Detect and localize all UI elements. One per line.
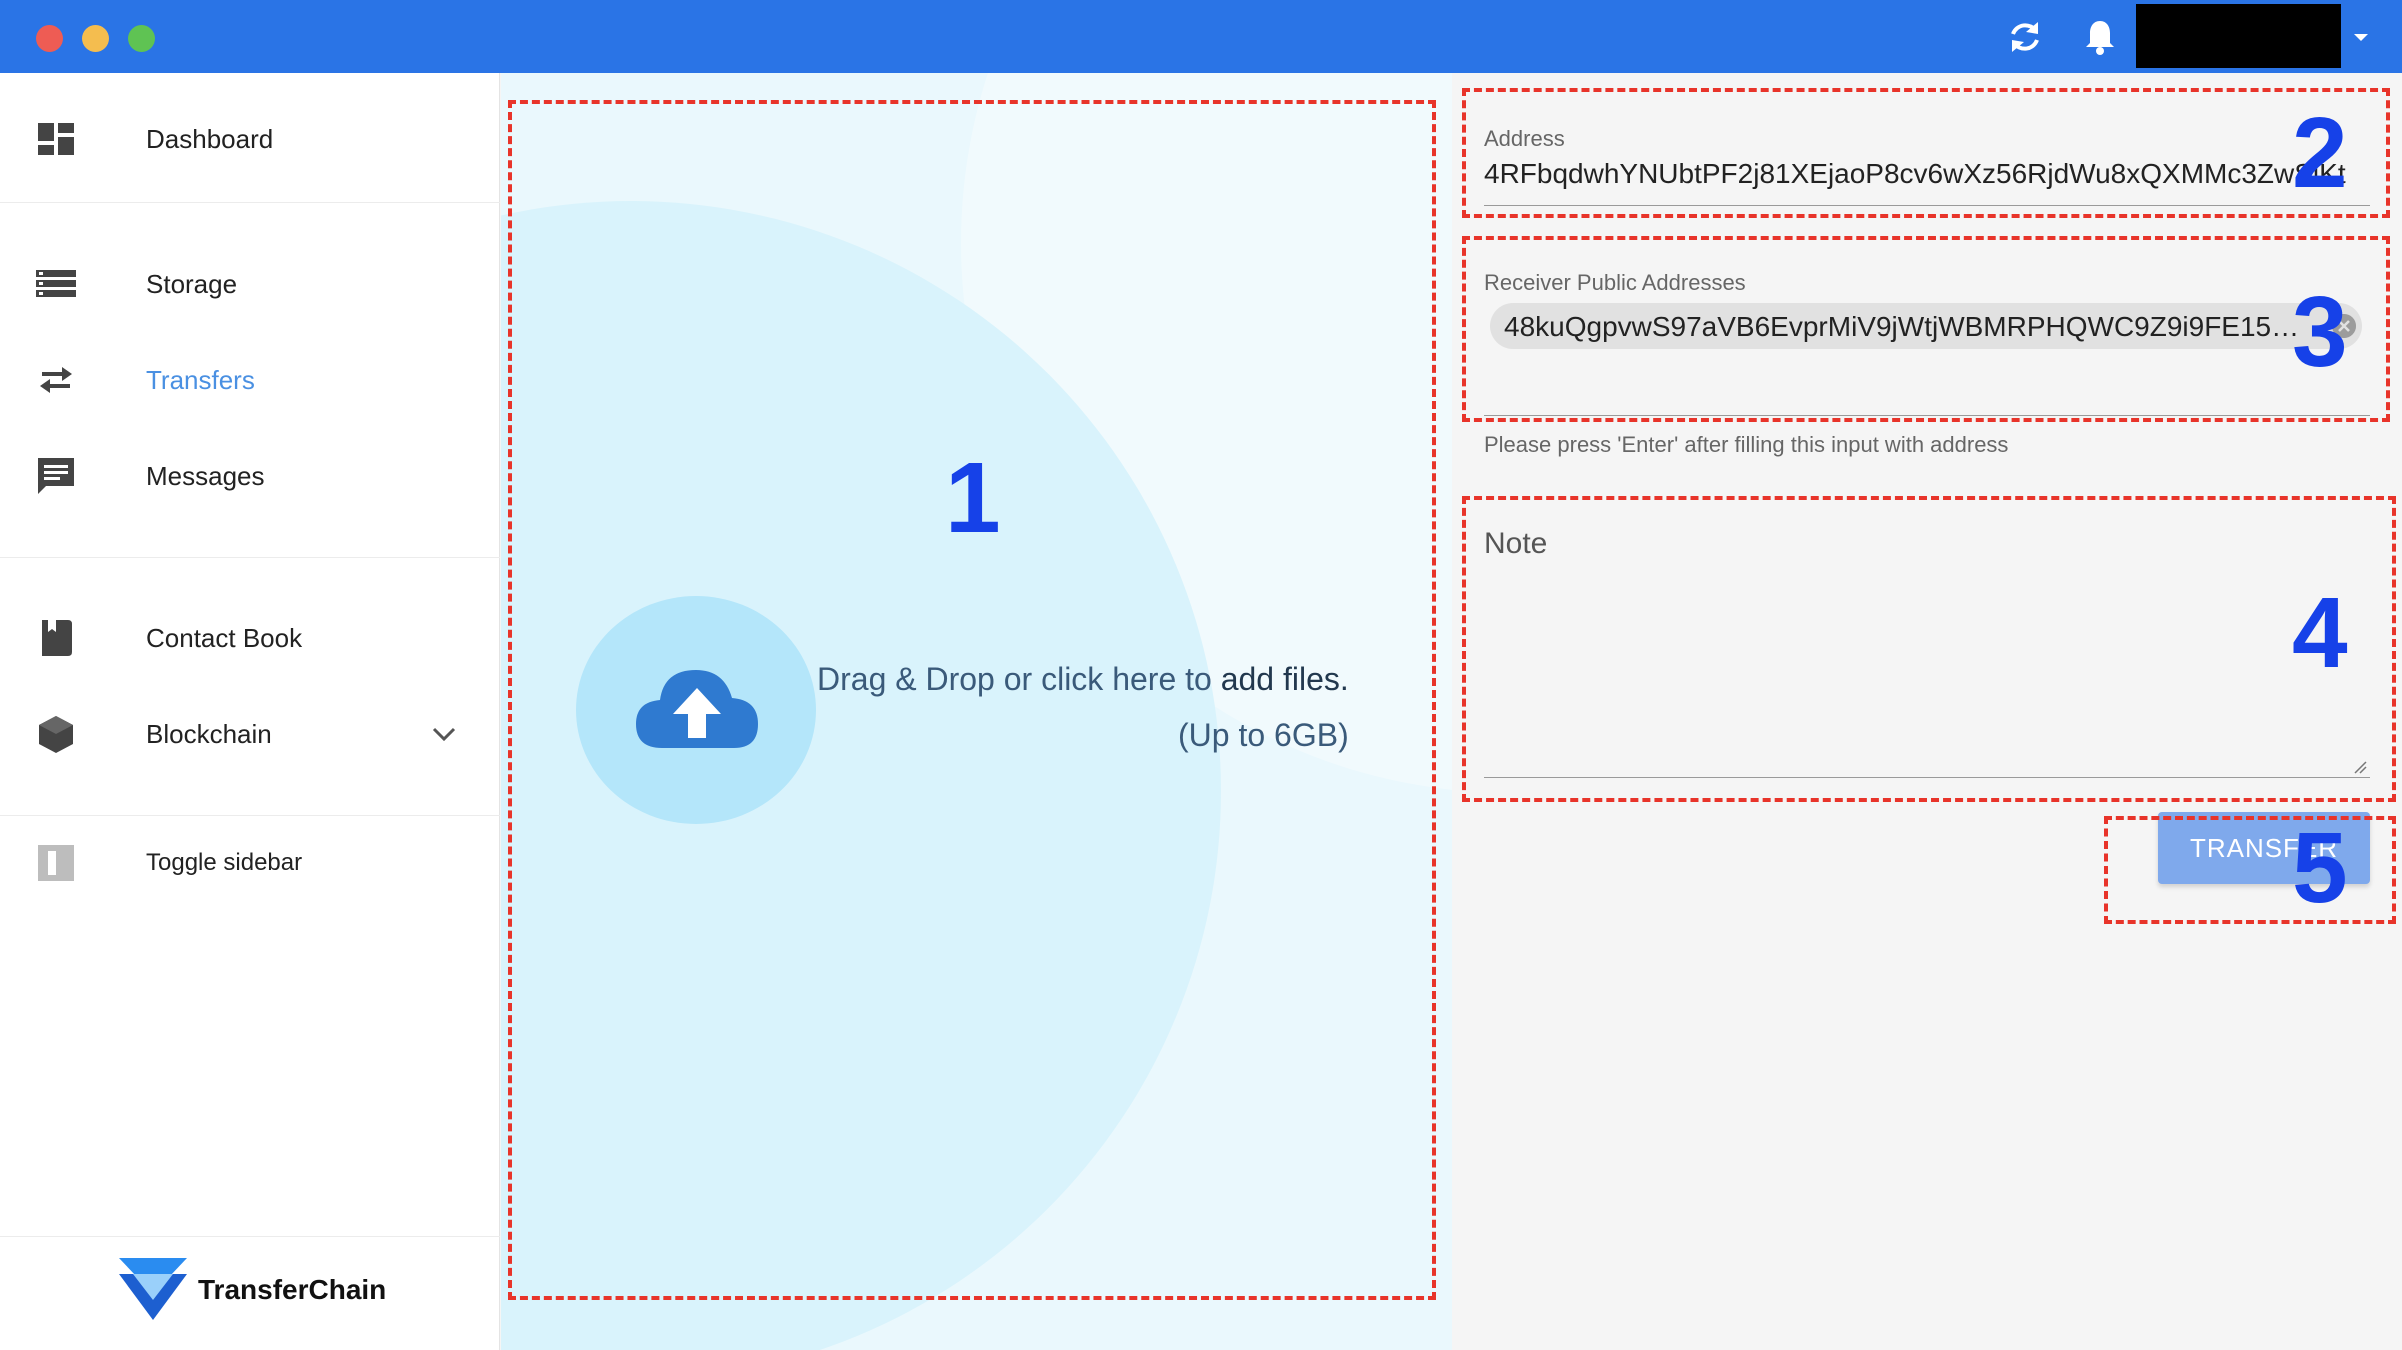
resize-grip-icon[interactable] — [2353, 760, 2367, 774]
sidebar-item-label: Toggle sidebar — [146, 849, 303, 876]
user-menu-redacted[interactable] — [2136, 4, 2341, 68]
address-label: Address — [1484, 126, 1565, 151]
storage-icon — [36, 270, 76, 297]
title-bar — [0, 0, 2402, 73]
sidebar-item-toggle-sidebar[interactable]: Toggle sidebar — [0, 823, 500, 903]
dashboard-icon — [38, 123, 74, 155]
sidebar-item-transfers[interactable]: Transfers — [0, 340, 500, 420]
receiver-address-chip[interactable]: 48kuQgpvwS97aVB6EvprMiV9jWtjWBMRPHQWC9Z9… — [1490, 303, 2362, 349]
drop-instructions-prefix: Drag & Drop or click here to — [817, 661, 1221, 697]
address-underline — [1484, 205, 2370, 206]
annotation-box-2 — [1462, 88, 2390, 218]
sidebar-item-storage[interactable]: Storage — [0, 244, 500, 324]
cloud-upload-icon — [636, 670, 758, 748]
sidebar-item-label: Messages — [146, 461, 265, 491]
transfer-button[interactable]: TRANSFER — [2158, 812, 2370, 884]
minimize-window-button[interactable] — [82, 25, 109, 52]
sidebar-divider — [0, 815, 500, 816]
sidebar-item-dashboard[interactable]: Dashboard — [0, 99, 500, 179]
remove-chip-icon[interactable] — [2332, 314, 2356, 338]
note-label: Note — [1484, 527, 1548, 560]
address-field[interactable]: 4RFbqdwhYNUbtPF2j81XEjaoP8cv6wXz56RjdWu8… — [1484, 158, 2354, 190]
brand-logo: TransferChain — [110, 1250, 410, 1340]
sidebar-item-label: Blockchain — [146, 719, 272, 749]
sidebar-item-contact-book[interactable]: Contact Book — [0, 598, 500, 678]
blockchain-icon — [39, 716, 73, 753]
receivers-helper-text: Please press 'Enter' after filling this … — [1484, 432, 2009, 457]
sidebar-item-blockchain[interactable]: Blockchain — [0, 694, 500, 774]
sidebar-item-label: Storage — [146, 269, 238, 299]
drop-instructions: Drag & Drop or click here to add files. — [817, 661, 1349, 698]
messages-icon — [38, 458, 74, 494]
bell-icon[interactable] — [2080, 17, 2120, 57]
toggle-sidebar-icon — [38, 845, 74, 881]
receivers-input-underline[interactable] — [1484, 415, 2370, 416]
receivers-label: Receiver Public Addresses — [1484, 270, 1746, 295]
sidebar-divider — [0, 557, 500, 558]
refresh-icon[interactable] — [2005, 17, 2045, 57]
sidebar-item-label: Dashboard — [146, 124, 274, 154]
size-limit-text: (Up to 6GB) — [1178, 717, 1349, 753]
sidebar-item-messages[interactable]: Messages — [0, 436, 500, 516]
file-drop-zone[interactable]: Drag & Drop or click here to add files. … — [501, 73, 1452, 1350]
sidebar-divider — [0, 1236, 500, 1237]
sidebar-divider — [0, 202, 500, 203]
maximize-window-button[interactable] — [128, 25, 155, 52]
transferchain-logo-icon — [119, 1258, 187, 1320]
receiver-address-chip-text: 48kuQgpvwS97aVB6EvprMiV9jWtjWBMRPHQWC9Z9… — [1504, 311, 2314, 342]
sidebar-item-label: Transfers — [146, 365, 255, 395]
contact-book-icon — [42, 620, 72, 656]
brand-name: TransferChain — [198, 1274, 387, 1305]
transfers-icon — [40, 367, 72, 393]
sidebar: Dashboard Storage Transfers Messages Con… — [0, 73, 500, 1350]
chevron-down-icon[interactable] — [428, 718, 460, 750]
caret-down-icon[interactable] — [2354, 34, 2368, 41]
sidebar-item-label: Contact Book — [146, 623, 303, 653]
close-window-button[interactable] — [36, 25, 63, 52]
note-textarea[interactable] — [1484, 520, 2370, 778]
add-files-link[interactable]: add files. — [1221, 661, 1349, 697]
